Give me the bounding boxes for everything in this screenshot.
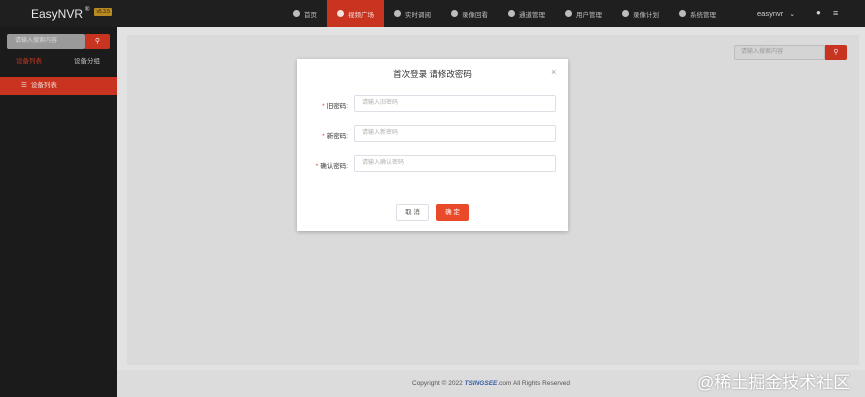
old-password-field[interactable]: 请输入旧密码 (354, 95, 556, 112)
cancel-button[interactable]: 取 消 (396, 204, 429, 221)
confirm-password-label: * 确认密码: (297, 160, 348, 170)
field-label-text: 旧密码: (326, 103, 348, 110)
new-password-field[interactable]: 请输入新密码 (354, 125, 556, 142)
confirm-button[interactable]: 确 定 (436, 204, 469, 221)
confirm-password-field[interactable]: 请输入确认密码 (354, 155, 556, 172)
change-password-dialog: 首次登录 请修改密码 × * 旧密码: 请输入旧密码 * 新密码: 请输入新密码 *… (297, 59, 568, 231)
close-icon[interactable]: × (551, 67, 556, 77)
field-label-text: 确认密码: (320, 163, 348, 170)
required-mark: * (322, 133, 325, 140)
new-password-label: * 新密码: (297, 130, 348, 140)
required-mark: * (315, 163, 319, 170)
dialog-title: 首次登录 请修改密码 (393, 69, 472, 79)
field-label-text: 新密码: (326, 133, 348, 140)
required-mark: * (322, 103, 325, 110)
old-password-label: * 旧密码: (297, 100, 348, 110)
